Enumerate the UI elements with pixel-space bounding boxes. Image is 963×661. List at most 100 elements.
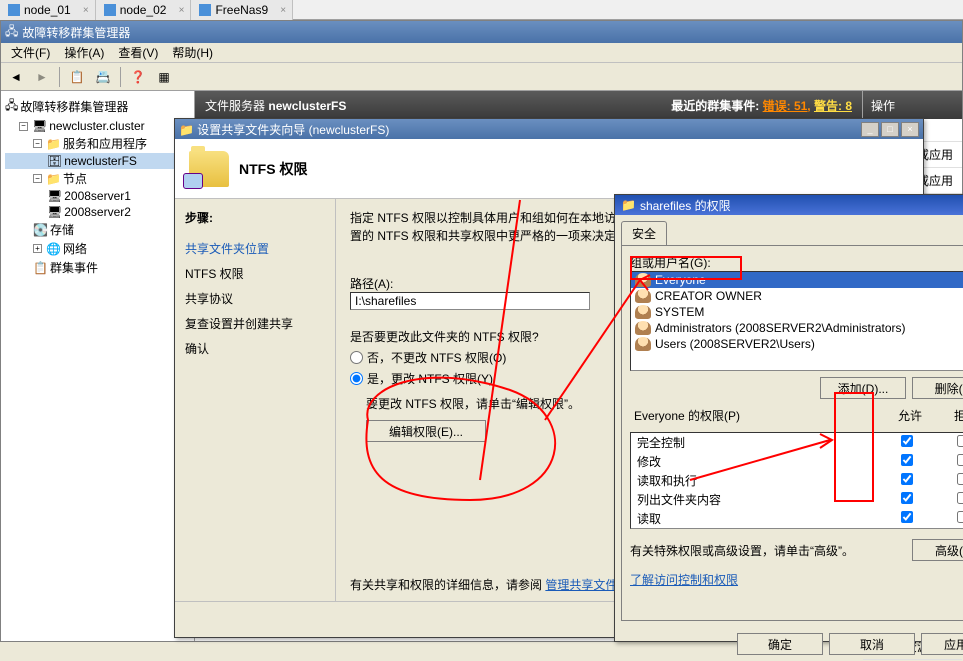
allow-full-checkbox[interactable] (901, 435, 913, 447)
errors-link[interactable]: 错误: 51, (763, 99, 811, 113)
perm-row-modify: 修改 (631, 452, 963, 471)
group-icon (635, 273, 651, 287)
step-ntfs[interactable]: NTFS 权限 (185, 261, 325, 286)
menu-file[interactable]: 文件(F) (5, 42, 56, 63)
deny-full-checkbox[interactable] (957, 435, 963, 447)
properties-button[interactable]: 📇 (92, 66, 114, 88)
folder-icon: 📁 (46, 172, 61, 186)
close-button[interactable]: × (901, 122, 919, 137)
group-icon (635, 337, 651, 351)
ok-button[interactable]: 确定 (737, 633, 823, 655)
menu-action[interactable]: 操作(A) (58, 42, 110, 63)
user-system[interactable]: SYSTEM (631, 304, 963, 320)
cluster-icon: 🖧 (5, 22, 18, 43)
back-button[interactable]: ◄ (5, 66, 27, 88)
tree-cluster[interactable]: −🖥newcluster.cluster (5, 118, 190, 134)
tree-storage[interactable]: 💽存储 (5, 220, 190, 239)
perm-footer: 确定 取消 应用(A) (615, 627, 963, 661)
tree-events[interactable]: 📋群集事件 (5, 258, 190, 277)
radio-yes-input[interactable] (350, 372, 363, 385)
expand-icon[interactable]: + (33, 244, 42, 253)
tree-nodes[interactable]: −📁节点 (5, 169, 190, 188)
tree-node2[interactable]: 🖥2008server2 (5, 204, 190, 220)
view-button[interactable]: ▦ (153, 66, 175, 88)
permissions-table: 完全控制 修改 读取和执行 列出文件夹内容 读取 (630, 432, 963, 529)
wizard-titlebar[interactable]: 📁 设置共享文件夹向导 (newclusterFS) _ □ × (175, 119, 923, 139)
add-button[interactable]: 添加(D)... (820, 377, 906, 399)
step-review[interactable]: 复查设置并创建共享 (185, 311, 325, 336)
deny-modify-checkbox[interactable] (957, 454, 963, 466)
group-icon (635, 321, 651, 335)
tree-pane[interactable]: 🖧故障转移群集管理器 −🖥newcluster.cluster −📁服务和应用程… (1, 91, 195, 641)
deny-list-checkbox[interactable] (957, 492, 963, 504)
tab-security[interactable]: 安全 (621, 221, 667, 245)
wizard-heading: NTFS 权限 (239, 159, 307, 179)
help-button[interactable]: ❓ (127, 66, 149, 88)
user-everyone[interactable]: Everyone (631, 272, 963, 288)
maximize-button[interactable]: □ (881, 122, 899, 137)
monitor-icon (104, 4, 116, 16)
folder-icon: 📁 (46, 137, 61, 151)
deny-header: 拒绝 (938, 407, 963, 424)
perm-row-read: 读取 (631, 509, 963, 528)
tree-newclusterfs[interactable]: 🗄newclusterFS (5, 153, 190, 169)
close-icon[interactable]: × (280, 5, 286, 16)
step-protocol[interactable]: 共享协议 (185, 286, 325, 311)
tree-root[interactable]: 🖧故障转移群集管理器 (5, 95, 190, 118)
toolbar: ◄ ► 📋 📇 ❓ ▦ (1, 63, 962, 91)
menu-view[interactable]: 查看(V) (112, 42, 164, 63)
menu-help[interactable]: 帮助(H) (166, 42, 219, 63)
vm-tab-node01[interactable]: node_01 × (0, 0, 96, 20)
close-icon[interactable]: × (83, 5, 89, 16)
allow-execute-checkbox[interactable] (901, 473, 913, 485)
permissions-window: 📁 sharefiles 的权限 安全 组或用户名(G): Everyone C… (614, 194, 963, 642)
collapse-icon[interactable]: − (33, 174, 42, 183)
wizard-footer-text: 有关共享和权限的详细信息，请参阅 (350, 578, 542, 592)
collapse-icon[interactable]: − (19, 122, 28, 131)
user-users[interactable]: Users (2008SERVER2\Users) (631, 336, 963, 352)
tree-services[interactable]: −📁服务和应用程序 (5, 134, 190, 153)
vm-tab-freenas9[interactable]: FreeNas9× (191, 0, 293, 20)
cancel-button[interactable]: 取消 (829, 633, 915, 655)
allow-modify-checkbox[interactable] (901, 454, 913, 466)
deny-execute-checkbox[interactable] (957, 473, 963, 485)
step-location[interactable]: 共享文件夹位置 (185, 236, 325, 261)
manage-shares-link[interactable]: 管理共享文件 (545, 578, 617, 592)
deny-read-checkbox[interactable] (957, 511, 963, 523)
wizard-header: NTFS 权限 (175, 139, 923, 199)
tab-label: node_01 (24, 3, 71, 17)
folder-icon: 📁 (621, 198, 636, 212)
advanced-button[interactable]: 高级(V) (912, 539, 963, 561)
user-administrators[interactable]: Administrators (2008SERVER2\Administrato… (631, 320, 963, 336)
close-icon[interactable]: × (179, 5, 185, 16)
users-badge-icon (183, 173, 203, 189)
collapse-icon[interactable]: − (33, 139, 42, 148)
step-confirm[interactable]: 确认 (185, 336, 325, 361)
apply-button[interactable]: 应用(A) (921, 633, 963, 655)
warnings-link[interactable]: 警告: 8 (814, 99, 852, 113)
wizard-icon: 📁 (179, 123, 194, 137)
edit-permissions-button[interactable]: 编辑权限(E)... (366, 420, 486, 442)
allow-read-checkbox[interactable] (901, 511, 913, 523)
tab-label: node_02 (120, 3, 167, 17)
content-header: 文件服务器 newclusterFS 最近的群集事件: 错误: 51, 警告: … (195, 91, 862, 119)
mmc-titlebar[interactable]: 🖧 故障转移群集管理器 (1, 21, 962, 43)
recent-events-label: 最近的群集事件: (671, 99, 759, 113)
allow-list-checkbox[interactable] (901, 492, 913, 504)
cluster-icon: 🖧 (5, 96, 18, 117)
wizard-title: 设置共享文件夹向导 (newclusterFS) (197, 123, 389, 137)
radio-no-input[interactable] (350, 351, 363, 364)
remove-button[interactable]: 删除(R) (912, 377, 963, 399)
groups-label: 组或用户名(G): (630, 254, 963, 271)
tree-network[interactable]: +🌐网络 (5, 239, 190, 258)
vm-tab-node02[interactable]: node_02 × (96, 0, 192, 20)
up-button[interactable]: 📋 (66, 66, 88, 88)
server-icon: 🖥 (47, 205, 62, 219)
perm-titlebar[interactable]: 📁 sharefiles 的权限 (615, 195, 963, 215)
minimize-button[interactable]: _ (861, 122, 879, 137)
forward-button[interactable]: ► (31, 66, 53, 88)
learn-link[interactable]: 了解访问控制和权限 (630, 573, 738, 587)
tree-node1[interactable]: 🖥2008server1 (5, 188, 190, 204)
user-creator-owner[interactable]: CREATOR OWNER (631, 288, 963, 304)
users-list[interactable]: Everyone CREATOR OWNER SYSTEM Administra… (630, 271, 963, 371)
